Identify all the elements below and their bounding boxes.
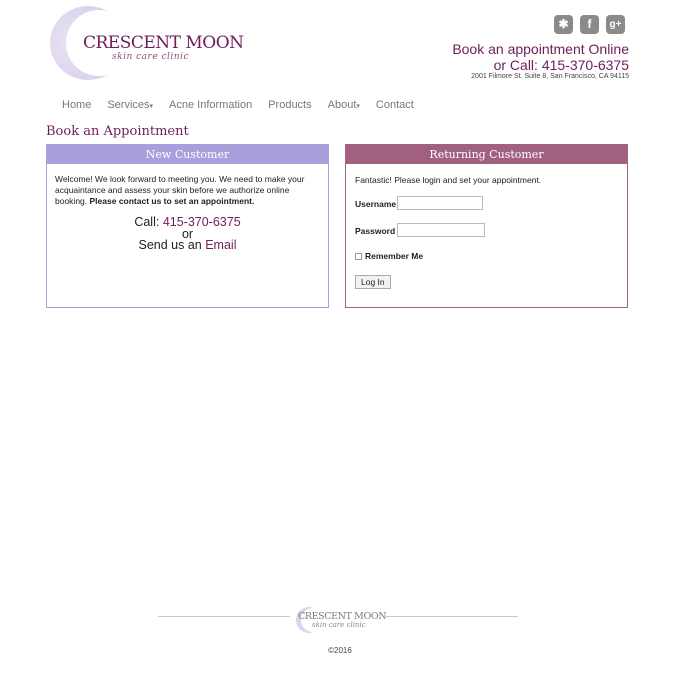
facebook-icon[interactable]: f bbox=[580, 15, 599, 34]
email-link[interactable]: Email bbox=[205, 238, 236, 252]
username-field[interactable] bbox=[397, 196, 483, 210]
new-customer-panel: New Customer Welcome! We look forward to… bbox=[46, 144, 329, 308]
username-label: Username bbox=[355, 199, 397, 209]
contact-options: Call: 415-370-6375 or Send us an Email bbox=[134, 215, 241, 252]
footer-divider-right bbox=[386, 616, 518, 617]
header-phone-link[interactable]: 415-370-6375 bbox=[542, 57, 629, 73]
returning-customer-panel: Returning Customer Fantastic! Please log… bbox=[345, 144, 628, 308]
clinic-address: 2001 Filmore St. Suite 8, San Francisco,… bbox=[471, 73, 629, 80]
new-customer-heading: New Customer bbox=[47, 145, 328, 164]
nav-acne-information[interactable]: Acne Information bbox=[169, 99, 252, 111]
nav-products[interactable]: Products bbox=[268, 99, 311, 111]
yelp-icon[interactable]: ✱ bbox=[554, 15, 573, 34]
returning-customer-intro: Fantastic! Please login and set your app… bbox=[355, 175, 542, 185]
password-field[interactable] bbox=[397, 223, 485, 237]
page-title: Book an Appointment bbox=[46, 124, 189, 139]
header-call-line: or Call: 415-370-6375 bbox=[494, 57, 629, 73]
remember-me-checkbox[interactable] bbox=[355, 252, 362, 260]
new-customer-welcome: Welcome! We look forward to meeting you.… bbox=[55, 174, 305, 206]
logo-brand-name: CRESCENT MOON bbox=[83, 33, 244, 53]
log-in-button[interactable]: Log In bbox=[355, 275, 391, 289]
nav-about[interactable]: About▾ bbox=[328, 99, 360, 111]
returning-customer-heading: Returning Customer bbox=[346, 145, 627, 164]
chevron-down-icon: ▾ bbox=[356, 103, 360, 110]
google-plus-icon[interactable]: g+ bbox=[606, 15, 625, 34]
book-appointment-online-link[interactable]: Book an appointment Online bbox=[452, 41, 629, 57]
contact-note: Please contact us to set an appointment. bbox=[89, 196, 255, 206]
nav-services[interactable]: Services▾ bbox=[107, 99, 153, 111]
new-customer-phone-link[interactable]: 415-370-6375 bbox=[163, 215, 241, 229]
footer-divider-left bbox=[158, 616, 290, 617]
remember-me: Remember Me bbox=[355, 251, 423, 261]
copyright: ©2016 bbox=[328, 646, 352, 655]
logo-tagline: skin care clinic bbox=[112, 52, 190, 62]
remember-me-label: Remember Me bbox=[365, 251, 424, 261]
nav-contact[interactable]: Contact bbox=[376, 99, 414, 111]
password-label: Password bbox=[355, 226, 396, 236]
chevron-down-icon: ▾ bbox=[149, 103, 154, 110]
site-logo[interactable]: CRESCENT MOON skin care clinic bbox=[50, 6, 244, 80]
call-prefix: or Call: bbox=[493, 57, 542, 73]
footer-logo[interactable]: CRESCENT MOON skin care clinic bbox=[296, 607, 387, 637]
nav-home[interactable]: Home bbox=[62, 99, 91, 111]
main-nav: Home Services▾ Acne Information Products… bbox=[62, 99, 430, 111]
footer-tagline: skin care clinic bbox=[312, 621, 366, 629]
